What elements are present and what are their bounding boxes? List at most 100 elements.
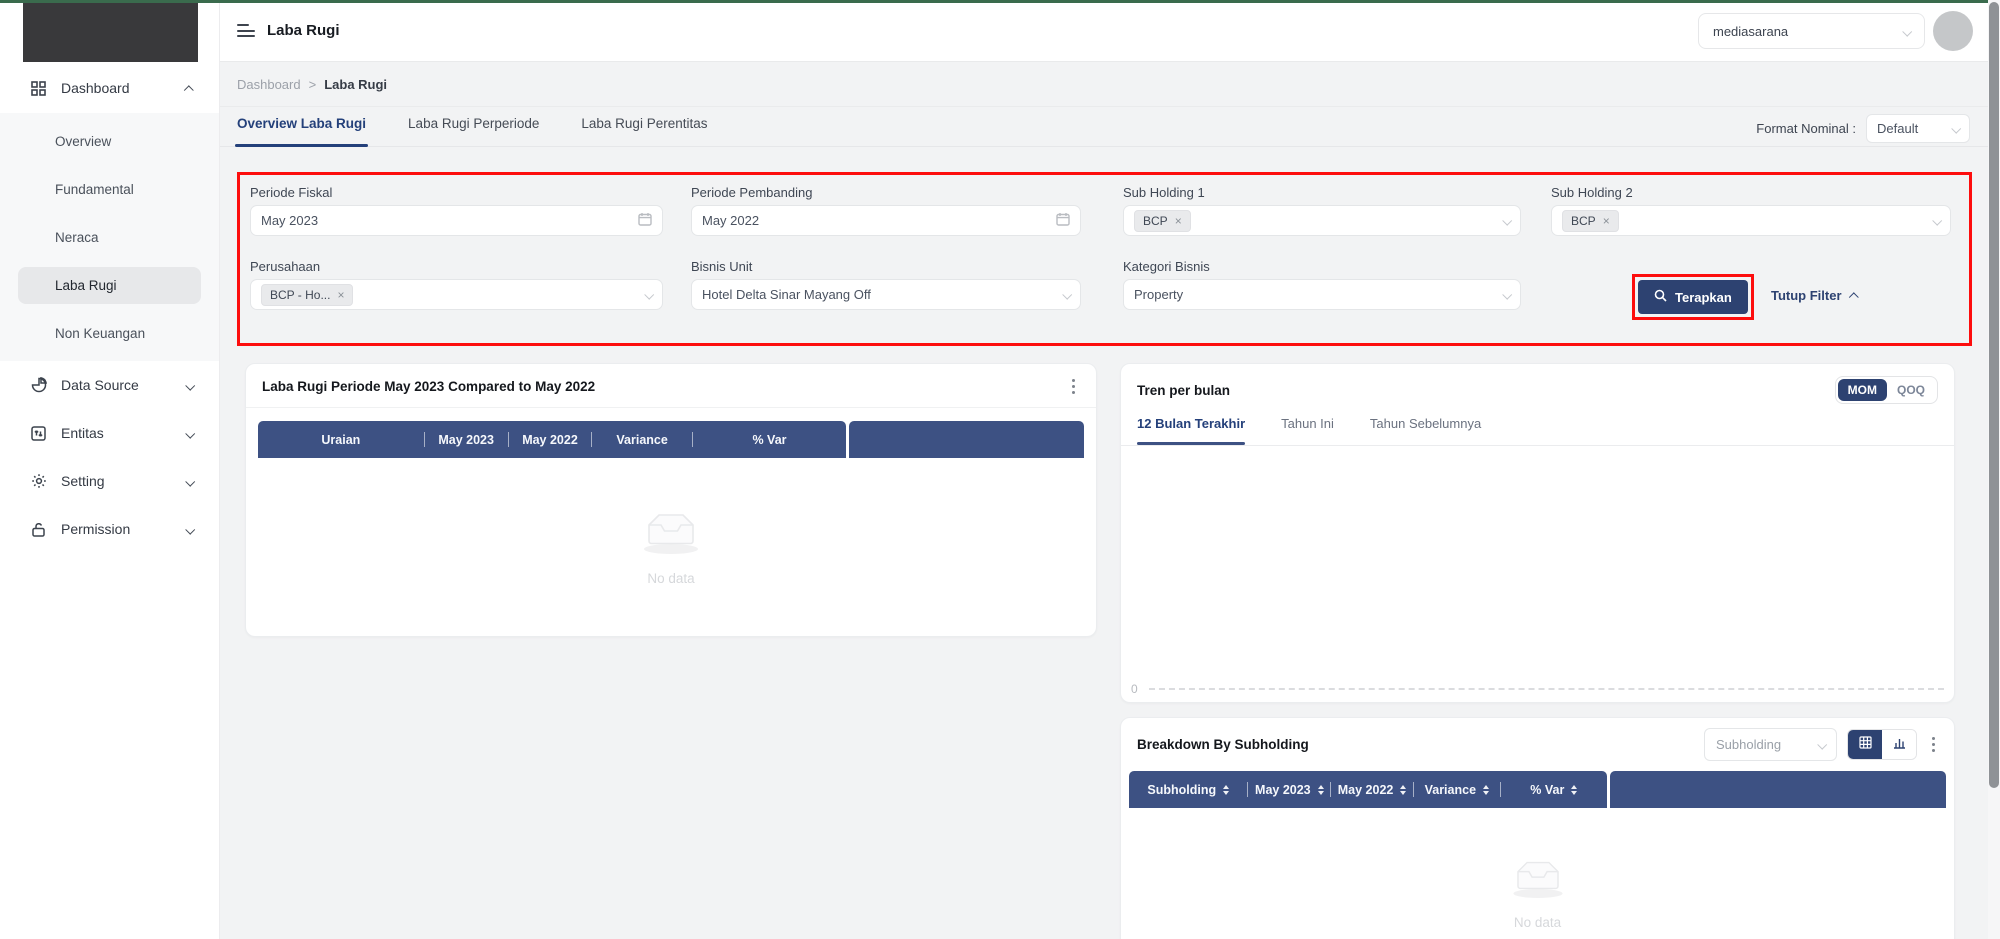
sidebar-item-label: Dashboard (61, 80, 130, 96)
sub-holding-2-select[interactable]: BCP × (1551, 205, 1951, 236)
tab-tahun-sebelumnya[interactable]: Tahun Sebelumnya (1370, 410, 1481, 445)
tab-laba-rugi-perentitas[interactable]: Laba Rugi Perentitas (581, 107, 707, 147)
org-select[interactable]: mediasarana (1698, 13, 1925, 49)
bar-chart-icon (1893, 736, 1906, 754)
format-nominal: Format Nominal : Default (1756, 114, 1970, 143)
sidebar-item-neraca[interactable]: Neraca (0, 213, 219, 261)
search-icon (1654, 289, 1667, 305)
column-header-subholding[interactable]: Subholding (1129, 783, 1247, 797)
sort-icon (1483, 785, 1489, 795)
column-header-variance[interactable]: Variance (1414, 783, 1500, 797)
filter-panel-annotation: Periode Fiskal May 2023 Periode Pembandi… (237, 172, 1972, 346)
sidebar-item-label: Data Source (61, 377, 139, 393)
kategori-bisnis-select[interactable]: Property (1123, 279, 1521, 310)
perusahaan-select[interactable]: BCP - Ho... × (250, 279, 663, 310)
apply-filter-button[interactable]: Terapkan (1638, 280, 1748, 314)
scrollbar-track[interactable] (1988, 0, 2000, 939)
sort-icon (1400, 785, 1406, 795)
sidebar-item-label: Permission (61, 521, 130, 537)
view-toggle (1847, 729, 1917, 760)
chevron-down-icon (1933, 213, 1940, 228)
sidebar-item-label: Setting (61, 473, 105, 489)
periode-pembanding-input[interactable]: May 2022 (691, 205, 1081, 236)
sidebar-item-overview[interactable]: Overview (0, 117, 219, 165)
periode-pembanding-label: Periode Pembanding (691, 185, 812, 200)
column-header-pct-var[interactable]: % Var (693, 433, 846, 447)
sort-icon (1318, 785, 1324, 795)
tab-12-bulan-terakhir[interactable]: 12 Bulan Terakhir (1137, 410, 1245, 445)
sidebar-item-non-keuangan[interactable]: Non Keuangan (0, 309, 219, 357)
sort-icon (1223, 785, 1229, 795)
scrollbar-thumb[interactable] (1989, 2, 1999, 788)
mom-qoq-toggle: MOM QOQ (1835, 376, 1938, 404)
close-filter-link[interactable]: Tutup Filter (1771, 288, 1858, 303)
bisnis-unit-select[interactable]: Hotel Delta Sinar Mayang Off (691, 279, 1081, 310)
apply-button-annotation: Terapkan (1632, 274, 1754, 320)
sidebar-item-entitas[interactable]: Entitas (0, 409, 219, 457)
pl-empty-state: No data (246, 508, 1096, 586)
kebab-menu-icon[interactable] (1927, 734, 1940, 755)
lock-icon (30, 521, 47, 538)
breakdown-empty-state: No data (1121, 856, 1954, 930)
column-header-uraian[interactable]: Uraian (258, 433, 424, 447)
calendar-icon (1056, 212, 1070, 229)
pl-card-title: Laba Rugi Periode May 2023 Compared to M… (262, 379, 595, 394)
chevron-up-icon (1851, 288, 1858, 303)
org-select-value: mediasarana (1713, 24, 1788, 39)
column-header-may-2023[interactable]: May 2023 (425, 433, 508, 447)
periode-fiskal-input[interactable]: May 2023 (250, 205, 663, 236)
sidebar-item-dashboard[interactable]: Dashboard (0, 75, 219, 101)
column-header-may-2023[interactable]: May 2023 (1248, 783, 1330, 797)
chevron-down-icon (186, 425, 193, 441)
chevron-down-icon (1063, 287, 1070, 302)
remove-tag-icon[interactable]: × (1175, 215, 1182, 227)
toggle-mom[interactable]: MOM (1838, 379, 1887, 401)
column-header-pct-var[interactable]: % Var (1501, 783, 1607, 797)
breadcrumb-current: Laba Rugi (324, 77, 387, 92)
tab-laba-rugi-perperiode[interactable]: Laba Rugi Perperiode (408, 107, 539, 147)
sidebar-item-setting[interactable]: Setting (0, 457, 219, 505)
toggle-qoq[interactable]: QOQ (1887, 379, 1935, 401)
sidebar-item-data-source[interactable]: Data Source (0, 361, 219, 409)
sidebar-item-fundamental[interactable]: Fundamental (0, 165, 219, 213)
table-header-spacer (849, 421, 1084, 458)
sub-holding-1-select[interactable]: BCP × (1123, 205, 1521, 236)
column-header-may-2022[interactable]: May 2022 (1331, 783, 1413, 797)
format-nominal-select[interactable]: Default (1866, 114, 1970, 143)
sidebar-collapse-icon[interactable] (237, 24, 255, 37)
tab-tahun-ini[interactable]: Tahun Ini (1281, 410, 1334, 445)
table-header-spacer (1610, 771, 1946, 808)
column-header-may-2022[interactable]: May 2022 (509, 433, 592, 447)
pie-chart-icon (30, 377, 47, 394)
chevron-down-icon (645, 287, 652, 302)
page-title: Laba Rugi (267, 22, 340, 39)
dashboard-grid-icon (30, 80, 47, 97)
sub-holding-2-label: Sub Holding 2 (1551, 185, 1633, 200)
chevron-down-icon (1903, 24, 1910, 39)
table-grid-icon (1859, 736, 1872, 754)
format-nominal-label: Format Nominal : (1756, 121, 1856, 136)
breadcrumb-parent[interactable]: Dashboard (237, 77, 301, 92)
page-tabs: Overview Laba Rugi Laba Rugi Perperiode … (220, 107, 2000, 147)
entity-box-icon (30, 425, 47, 442)
column-header-variance[interactable]: Variance (592, 433, 691, 447)
table-view-button[interactable] (1848, 730, 1882, 759)
dashboard-submenu: Overview Fundamental Neraca Laba Rugi No… (0, 113, 219, 361)
sidebar-item-permission[interactable]: Permission (0, 505, 219, 553)
chevron-down-icon (186, 473, 193, 489)
kebab-menu-icon[interactable] (1067, 376, 1080, 397)
sidebar-item-laba-rugi[interactable]: Laba Rugi (0, 261, 219, 309)
remove-tag-icon[interactable]: × (337, 289, 344, 301)
sort-icon (1571, 785, 1577, 795)
bisnis-unit-label: Bisnis Unit (691, 259, 752, 274)
remove-tag-icon[interactable]: × (1603, 215, 1610, 227)
avatar[interactable] (1933, 11, 1973, 51)
sidebar-item-label: Entitas (61, 425, 104, 441)
sub-holding-1-label: Sub Holding 1 (1123, 185, 1205, 200)
tab-overview-laba-rugi[interactable]: Overview Laba Rugi (237, 107, 366, 147)
logo-placeholder (23, 0, 198, 62)
pl-table-header: Uraian May 2023 May 2022 Variance % Var (258, 421, 1084, 458)
chevron-down-icon (186, 521, 193, 537)
chart-view-button[interactable] (1882, 730, 1916, 759)
breakdown-dimension-select[interactable]: Subholding (1704, 728, 1837, 761)
